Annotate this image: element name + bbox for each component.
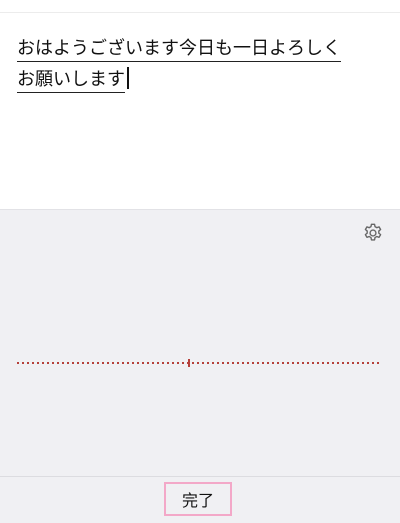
waveform-dot (17, 362, 19, 364)
waveform-dot (202, 362, 204, 364)
waveform-dot (92, 362, 94, 364)
waveform-dot (337, 362, 339, 364)
waveform-dot (42, 362, 44, 364)
waveform-dot (242, 362, 244, 364)
waveform-dot (162, 362, 164, 364)
waveform-dot (352, 362, 354, 364)
waveform-dot (197, 362, 199, 364)
waveform-dot (167, 362, 169, 364)
waveform-dot (57, 362, 59, 364)
waveform-center-marker (188, 359, 190, 367)
waveform-dot (132, 362, 134, 364)
bottom-toolbar: 完了 (0, 476, 400, 523)
waveform-dot (252, 362, 254, 364)
waveform-dot (172, 362, 174, 364)
dictated-text[interactable]: おはようございます今日も一日よろしく お願いします (17, 33, 383, 95)
text-line-1: おはようございます今日も一日よろしく (17, 33, 383, 64)
waveform (17, 359, 379, 367)
waveform-dot (72, 362, 74, 364)
waveform-dot (322, 362, 324, 364)
waveform-dot (302, 362, 304, 364)
waveform-dot (32, 362, 34, 364)
text-line-2-content: お願いします (17, 69, 125, 93)
waveform-dot (367, 362, 369, 364)
waveform-dot (342, 362, 344, 364)
waveform-dot (47, 362, 49, 364)
waveform-dot (137, 362, 139, 364)
waveform-dot (52, 362, 54, 364)
waveform-dot (62, 362, 64, 364)
waveform-dot (357, 362, 359, 364)
waveform-dot (122, 362, 124, 364)
text-line-2: お願いします (17, 64, 383, 95)
waveform-dot (247, 362, 249, 364)
text-line-1-content: おはようございます今日も一日よろしく (17, 38, 341, 62)
waveform-dot (297, 362, 299, 364)
waveform-dot (232, 362, 234, 364)
waveform-dot (287, 362, 289, 364)
waveform-dot (22, 362, 24, 364)
waveform-dot (97, 362, 99, 364)
waveform-dot (277, 362, 279, 364)
waveform-dot (182, 362, 184, 364)
waveform-dot (27, 362, 29, 364)
waveform-dot (272, 362, 274, 364)
waveform-dot (107, 362, 109, 364)
waveform-dot (127, 362, 129, 364)
waveform-dot (317, 362, 319, 364)
waveform-dot (117, 362, 119, 364)
waveform-dot (292, 362, 294, 364)
waveform-dot (377, 362, 379, 364)
waveform-dot (217, 362, 219, 364)
waveform-dot (112, 362, 114, 364)
waveform-dot (362, 362, 364, 364)
waveform-dot (152, 362, 154, 364)
waveform-dot (257, 362, 259, 364)
waveform-dot (207, 362, 209, 364)
waveform-dot (332, 362, 334, 364)
waveform-dot (372, 362, 374, 364)
waveform-dot (312, 362, 314, 364)
waveform-dot (267, 362, 269, 364)
waveform-dot (347, 362, 349, 364)
done-button[interactable]: 完了 (164, 482, 232, 516)
waveform-dot (37, 362, 39, 364)
waveform-dot (327, 362, 329, 364)
text-caret (127, 67, 129, 89)
waveform-dot (237, 362, 239, 364)
waveform-dot (87, 362, 89, 364)
waveform-dot (222, 362, 224, 364)
waveform-dot (212, 362, 214, 364)
waveform-dot (102, 362, 104, 364)
waveform-dot (307, 362, 309, 364)
waveform-dot (192, 362, 194, 364)
waveform-dot (157, 362, 159, 364)
waveform-dot (82, 362, 84, 364)
dictation-panel (0, 209, 400, 477)
waveform-dot (77, 362, 79, 364)
waveform-dot (177, 362, 179, 364)
waveform-dot (282, 362, 284, 364)
dictation-screen: おはようございます今日も一日よろしく お願いします 完了 (0, 0, 400, 523)
waveform-dot (262, 362, 264, 364)
waveform-dot (67, 362, 69, 364)
waveform-dot (142, 362, 144, 364)
waveform-dot (227, 362, 229, 364)
gear-icon[interactable] (362, 222, 384, 244)
waveform-dot (147, 362, 149, 364)
text-editor[interactable]: おはようございます今日も一日よろしく お願いします (0, 13, 400, 209)
